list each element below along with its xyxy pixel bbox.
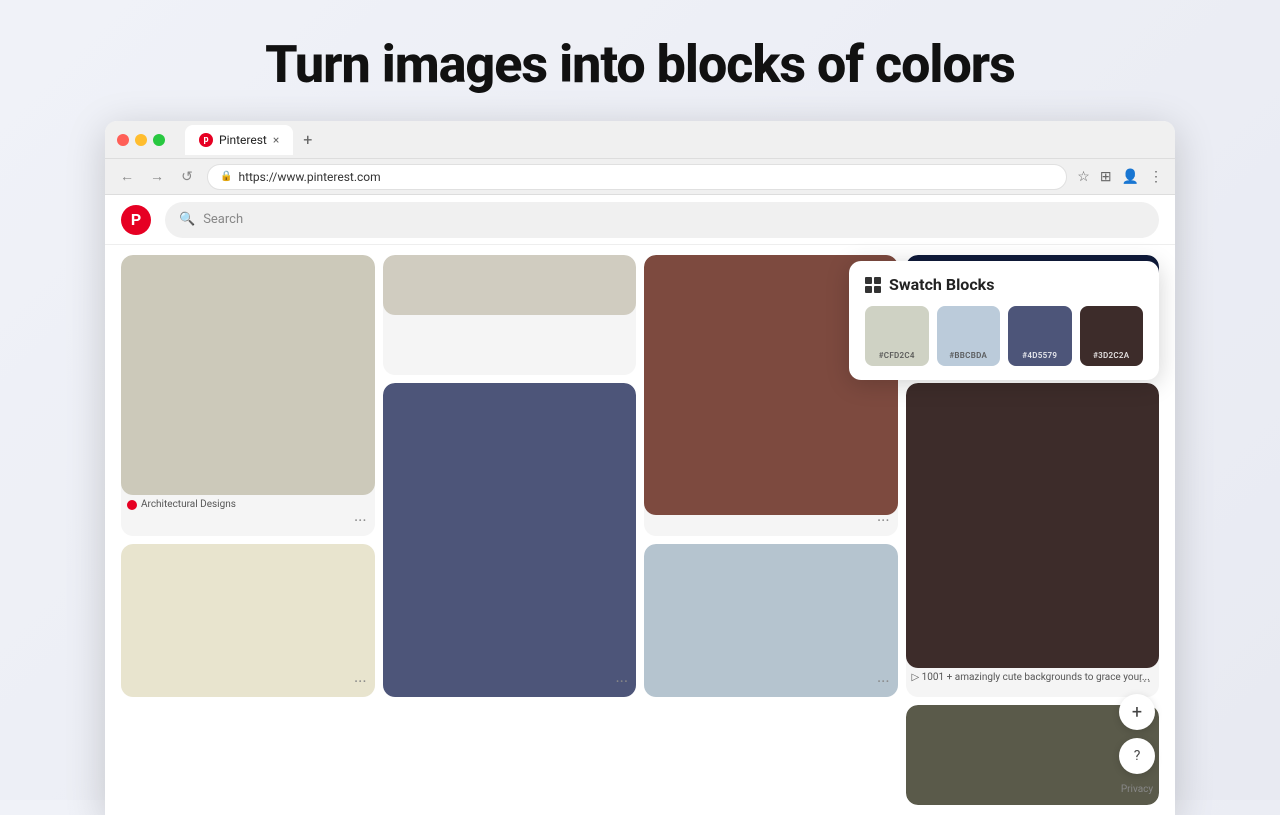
maximize-traffic-light[interactable] [153,134,165,146]
extensions-icon[interactable]: ⊞ [1100,169,1112,185]
back-button[interactable]: ← [117,168,137,185]
url-text: https://www.pinterest.com [238,170,380,184]
toolbar-icons: ☆ ⊞ 👤 ⋮ [1077,169,1163,185]
browser-addressbar: ← → ↺ 🔒 https://www.pinterest.com ☆ ⊞ 👤 … [105,159,1175,195]
pin-footer-6: ▷ 1001 + amazingly cute backgrounds to g… [906,668,1160,687]
pin-source-dot-1 [127,500,137,510]
bookmark-icon[interactable]: ☆ [1077,169,1090,185]
plus-icon: + [1132,702,1142,723]
pinterest-favicon: p [199,133,213,147]
pin-card-2 [383,255,637,375]
swatch-hex-2: #BBCBDA [949,351,987,360]
pin-card-8: ··· [644,544,898,697]
pin-options-8[interactable]: ··· [877,672,890,691]
swatch-color-1[interactable]: #CFD2C4 [865,306,929,366]
swatch-hex-4: #3D2C2A [1093,351,1129,360]
active-tab[interactable]: p Pinterest × [185,125,293,155]
pin-card-7: ··· [121,544,375,697]
pin-options-1[interactable]: ··· [354,511,367,530]
new-tab-button[interactable]: + [297,130,318,149]
menu-icon[interactable]: ⋮ [1149,169,1163,185]
pin-options-7[interactable]: ··· [354,672,367,691]
search-bar[interactable]: 🔍 Search [165,202,1159,238]
swatch-color-4[interactable]: #3D2C2A [1080,306,1144,366]
help-icon: ? [1134,748,1141,764]
swatch-color-2[interactable]: #BBCBDA [937,306,1001,366]
pin-options-6[interactable]: ··· [1138,672,1151,691]
pin-title-6: ▷ 1001 + amazingly cute backgrounds to g… [912,672,1150,683]
browser-titlebar: p Pinterest × + [105,121,1175,159]
pin-card-6: ··· ▷ 1001 + amazingly cute backgrounds … [906,383,1160,697]
pin-card-5: ↗ Wikibuy Nearly every savings trick com… [383,383,637,697]
tab-label: Pinterest [219,133,267,147]
swatch-colors: #CFD2C4 #BBCBDA #4D5579 #3D2C2A [865,306,1143,366]
hero-title: Turn images into blocks of colors [265,36,1015,93]
swatch-popup: Swatch Blocks #CFD2C4 #BBCBDA #4D5579 #3… [849,261,1159,380]
address-bar[interactable]: 🔒 https://www.pinterest.com [207,164,1067,190]
pinterest-nav: P 🔍 Search [105,195,1175,245]
pin-options-3[interactable]: ··· [877,511,890,530]
swatch-hex-3: #4D5579 [1022,351,1057,360]
search-icon: 🔍 [179,212,195,227]
tab-bar: p Pinterest × + [185,125,1163,155]
pinterest-main: ··· Architectural Designs ··· ··· [105,245,1175,815]
fab-help-button[interactable]: ? [1119,738,1155,774]
forward-button[interactable]: → [147,168,167,185]
traffic-lights [117,134,165,146]
search-placeholder: Search [203,212,243,227]
fab-area: + ? Privacy [1119,694,1155,795]
pin-source-label-1: Architectural Designs [141,499,236,510]
pin-card-1: ··· Architectural Designs [121,255,375,536]
swatch-popup-title: Swatch Blocks [889,275,994,294]
pinterest-logo[interactable]: P [121,205,151,235]
refresh-button[interactable]: ↺ [177,169,197,185]
logo-letter: P [131,210,141,229]
close-traffic-light[interactable] [117,134,129,146]
minimize-traffic-light[interactable] [135,134,147,146]
browser-window: p Pinterest × + ← → ↺ 🔒 https://www.pint… [105,121,1175,815]
swatch-popup-header: Swatch Blocks [865,275,1143,294]
privacy-label[interactable]: Privacy [1121,784,1153,795]
tab-close-button[interactable]: × [273,133,279,147]
pin-options-5[interactable]: ··· [615,672,628,691]
swatch-blocks-icon [865,277,881,293]
swatch-hex-1: #CFD2C4 [879,351,915,360]
fab-plus-button[interactable]: + [1119,694,1155,730]
swatch-color-3[interactable]: #4D5579 [1008,306,1072,366]
lock-icon: 🔒 [220,171,232,182]
profile-icon[interactable]: 👤 [1122,169,1139,185]
pin-footer-1: Architectural Designs [121,495,375,514]
